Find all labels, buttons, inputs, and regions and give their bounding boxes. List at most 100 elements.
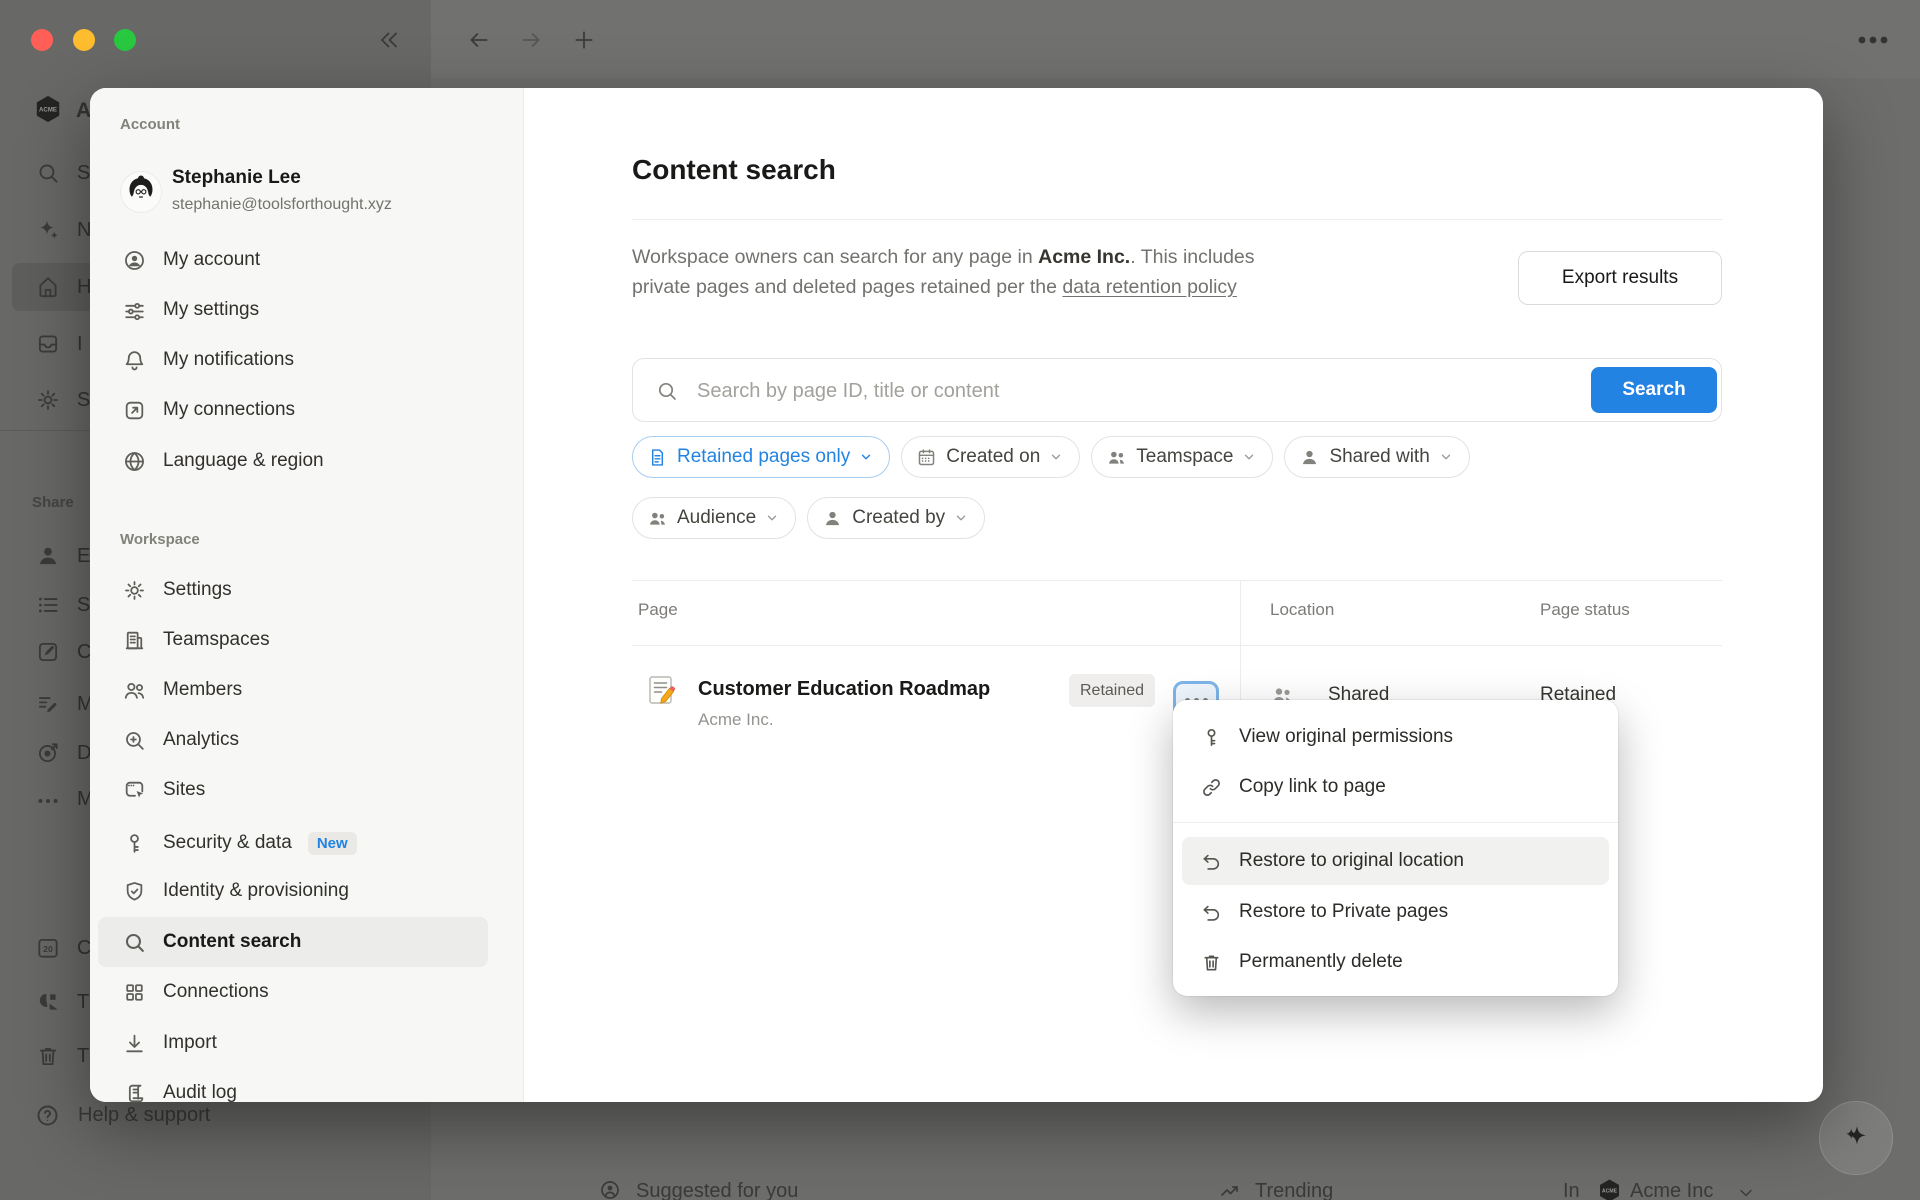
column-header-page[interactable]: Page (638, 600, 678, 620)
filter-chip-audience[interactable]: Audience (632, 497, 796, 539)
trending-label[interactable]: Trending (1255, 1180, 1333, 1200)
trash-icon[interactable] (35, 1043, 61, 1069)
sidebar-item-my-settings[interactable]: My settings (98, 285, 488, 335)
list-icon[interactable] (35, 592, 61, 618)
search-input[interactable] (695, 360, 1579, 422)
sidebar-item-my-notifications[interactable]: My notifications (98, 335, 488, 385)
svg-text:ACME: ACME (39, 106, 57, 113)
sidebar-item-label: Identity & provisioning (163, 880, 349, 902)
sidebar-item-content-search[interactable]: Content search (98, 917, 488, 967)
filter-label: Teamspace (1136, 446, 1233, 468)
ai-fab-button[interactable] (1819, 1101, 1893, 1175)
workspace-name-fragment[interactable]: A (76, 99, 91, 123)
sidebar-item-my-account[interactable]: My account (98, 235, 488, 285)
org-name: Acme Inc. (1038, 246, 1130, 268)
filter-chip-created-on[interactable]: Created on (901, 436, 1080, 478)
footer-workspace-logo: ACME (1596, 1177, 1623, 1200)
inbox-icon[interactable] (35, 331, 61, 357)
new-tab-icon[interactable] (571, 27, 597, 53)
nav-forward-icon[interactable] (518, 27, 544, 53)
sidebar-item-fragment[interactable]: T (77, 1045, 89, 1068)
window-zoom-button[interactable] (114, 29, 136, 51)
svg-text:ACME: ACME (1602, 1189, 1618, 1195)
nav-back-icon[interactable] (466, 27, 492, 53)
people-icon (647, 508, 668, 529)
window-close-button[interactable] (31, 29, 53, 51)
window-minimize-button[interactable] (73, 29, 95, 51)
sidebar-item-teamspaces[interactable]: Teamspaces (98, 615, 488, 665)
row-page-title[interactable]: Customer Education Roadmap (698, 678, 990, 701)
user-name: Stephanie Lee (172, 167, 301, 189)
shapes-icon[interactable] (35, 989, 61, 1015)
sidebar-item-my-connections[interactable]: My connections (98, 385, 488, 435)
column-header-page-status[interactable]: Page status (1540, 600, 1630, 620)
ai-sparkle-icon[interactable] (35, 217, 61, 243)
gear-icon[interactable] (35, 387, 61, 413)
notes-pencil-icon[interactable] (35, 691, 61, 717)
sidebar-item-settings[interactable]: Settings (98, 565, 488, 615)
retained-badge: Retained (1069, 674, 1155, 707)
sidebar-item-connections[interactable]: Connections (98, 967, 488, 1017)
compose-icon[interactable] (35, 639, 61, 665)
sidebar-item-label: Settings (163, 579, 232, 601)
chevron-down-icon[interactable] (1736, 1183, 1756, 1200)
menu-item-permanently-delete[interactable]: Permanently delete (1182, 938, 1609, 986)
building-icon (122, 628, 147, 653)
filter-row-1: Retained pages only Created on Teamspace… (632, 436, 1470, 478)
sidebar-item-fragment[interactable]: S (77, 162, 90, 185)
workspace-logo[interactable]: ACME (32, 93, 64, 125)
table-header-divider (632, 645, 1722, 646)
filter-chip-created-by[interactable]: Created by (807, 497, 985, 539)
sidebar-item-label: Teamspaces (163, 629, 270, 651)
export-results-button[interactable]: Export results (1518, 251, 1722, 305)
filter-label: Created on (946, 446, 1040, 468)
footer-in-label: In (1563, 1180, 1580, 1200)
menu-item-label: Copy link to page (1239, 776, 1386, 798)
sidebar-item-label: Language & region (163, 450, 324, 472)
member-icon[interactable] (35, 543, 61, 569)
page-description: Workspace owners can search for any page… (632, 242, 1482, 302)
sidebar-item-import[interactable]: Import (98, 1018, 488, 1068)
sidebar-item-language-region[interactable]: Language & region (98, 436, 488, 486)
sidebar-item-fragment[interactable]: S (77, 594, 90, 617)
person-icon (822, 508, 843, 529)
sidebar-item-sites[interactable]: Sites (98, 765, 488, 815)
more-icon[interactable] (35, 788, 61, 814)
data-retention-policy-link[interactable]: data retention policy (1062, 276, 1237, 298)
sidebar-item-fragment[interactable]: S (77, 389, 90, 412)
browser-cursor-icon (122, 778, 147, 803)
target-icon[interactable] (35, 740, 61, 766)
sidebar-collapse-icon[interactable] (376, 27, 402, 53)
sidebar-item-fragment[interactable]: T (77, 991, 89, 1014)
footer-workspace-name[interactable]: Acme Inc (1630, 1180, 1713, 1200)
globe-icon (122, 449, 147, 474)
menu-item-view-original-permissions[interactable]: View original permissions (1182, 713, 1609, 761)
sidebar-item-fragment[interactable]: E (77, 545, 90, 568)
search-button[interactable]: Search (1591, 367, 1717, 413)
sidebar-item-fragment[interactable]: I (77, 333, 83, 356)
sidebar-item-analytics[interactable]: Analytics (98, 715, 488, 765)
column-header-location[interactable]: Location (1270, 600, 1334, 620)
undo-arrow-icon (1200, 901, 1223, 924)
sidebar-item-members[interactable]: Members (98, 665, 488, 715)
gear-icon (122, 578, 147, 603)
search-icon[interactable] (35, 160, 61, 186)
sidebar-item-identity-provisioning[interactable]: Identity & provisioning (98, 866, 488, 916)
sidebar-item-label: Import (163, 1032, 217, 1054)
window-more-icon[interactable] (1855, 26, 1891, 54)
suggested-for-you-label[interactable]: Suggested for you (636, 1180, 798, 1200)
sidebar-item-security-data[interactable]: Security & data New (98, 818, 488, 868)
filter-chip-teamspace[interactable]: Teamspace (1091, 436, 1273, 478)
row-workspace: Acme Inc. (698, 710, 774, 730)
calendar-icon[interactable]: 20 (35, 935, 61, 961)
help-icon[interactable] (34, 1102, 61, 1129)
filter-chip-shared-with[interactable]: Shared with (1284, 436, 1469, 478)
menu-item-restore-original-location[interactable]: Restore to original location (1182, 837, 1609, 885)
person-icon (1299, 447, 1320, 468)
menu-item-copy-link[interactable]: Copy link to page (1182, 763, 1609, 811)
filter-chip-retained-pages-only[interactable]: Retained pages only (632, 436, 890, 478)
sidebar-item-audit-log[interactable]: Audit log (98, 1068, 488, 1118)
home-icon[interactable] (35, 274, 61, 300)
menu-item-restore-private-pages[interactable]: Restore to Private pages (1182, 888, 1609, 936)
suggested-icon (598, 1178, 622, 1200)
